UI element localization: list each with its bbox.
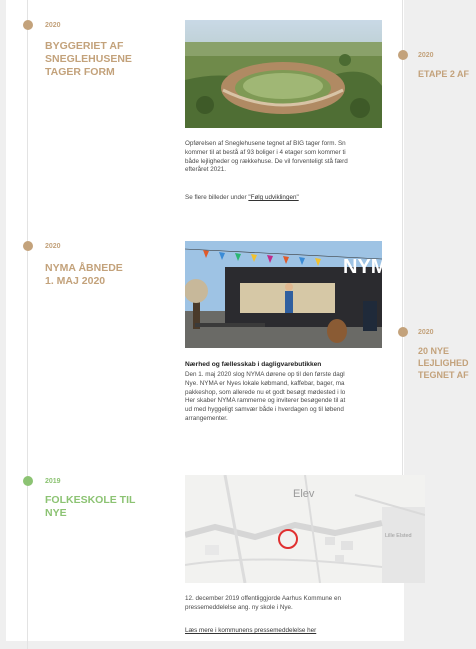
timeline-dot — [398, 327, 408, 337]
link-prefix: Se flere billeder under — [185, 194, 249, 201]
entry-title[interactable]: NYMA ÅBNEDE 1. MAJ 2020 — [45, 262, 123, 288]
entry-year: 2019 — [45, 478, 61, 485]
nyma-sign-text: NYMA — [343, 256, 382, 278]
entry-title[interactable]: ETAPE 2 AF — [418, 68, 469, 81]
entry-year: 2020 — [45, 22, 61, 29]
entry-year: 2020 — [45, 243, 61, 250]
timeline-dot — [23, 20, 33, 30]
entry-year: 2020 — [418, 52, 434, 59]
timeline-dot — [23, 241, 33, 251]
sneglehusene-image[interactable] — [185, 20, 382, 128]
left-timeline-line — [27, 0, 28, 649]
timeline-dot — [398, 50, 408, 60]
school-map-image[interactable]: Elev Lille Elsted — [185, 475, 425, 583]
press-release-link[interactable]: Læs mere i kommunens pressemeddelelse he… — [185, 627, 316, 634]
right-timeline-line — [402, 0, 403, 520]
entry-title[interactable]: 20 NYE LEJLIGHED TEGNET AF — [418, 345, 469, 381]
entry-title[interactable]: BYGGERIET AF SNEGLEHUSENE TAGER FORM — [45, 40, 132, 79]
nyma-store-image[interactable]: NYMA — [185, 241, 382, 348]
entry-text: Opførelsen af Sneglehusene tegnet af BIG… — [185, 140, 348, 174]
timeline-dot — [23, 476, 33, 486]
entry-link-line: Læs mere i kommunens pressemeddelelse he… — [185, 627, 316, 634]
follow-development-link[interactable]: "Følg udviklingen" — [248, 194, 298, 201]
entry-year: 2020 — [418, 329, 434, 336]
entry-subtitle: Nærhed og fællesskab i dagligvarebutikke… — [185, 361, 322, 368]
map-label-lille-elsted: Lille Elsted — [385, 533, 412, 539]
entry-text: 12. december 2019 offentliggjorde Aarhus… — [185, 595, 342, 611]
entry-title[interactable]: FOLKESKOLE TIL NYE — [45, 494, 135, 520]
map-label-elev: Elev — [293, 488, 315, 500]
entry-link-line: Se flere billeder under "Følg udviklinge… — [185, 194, 299, 201]
entry-text: Den 1. maj 2020 slog NYMA dørene op til … — [185, 371, 346, 422]
